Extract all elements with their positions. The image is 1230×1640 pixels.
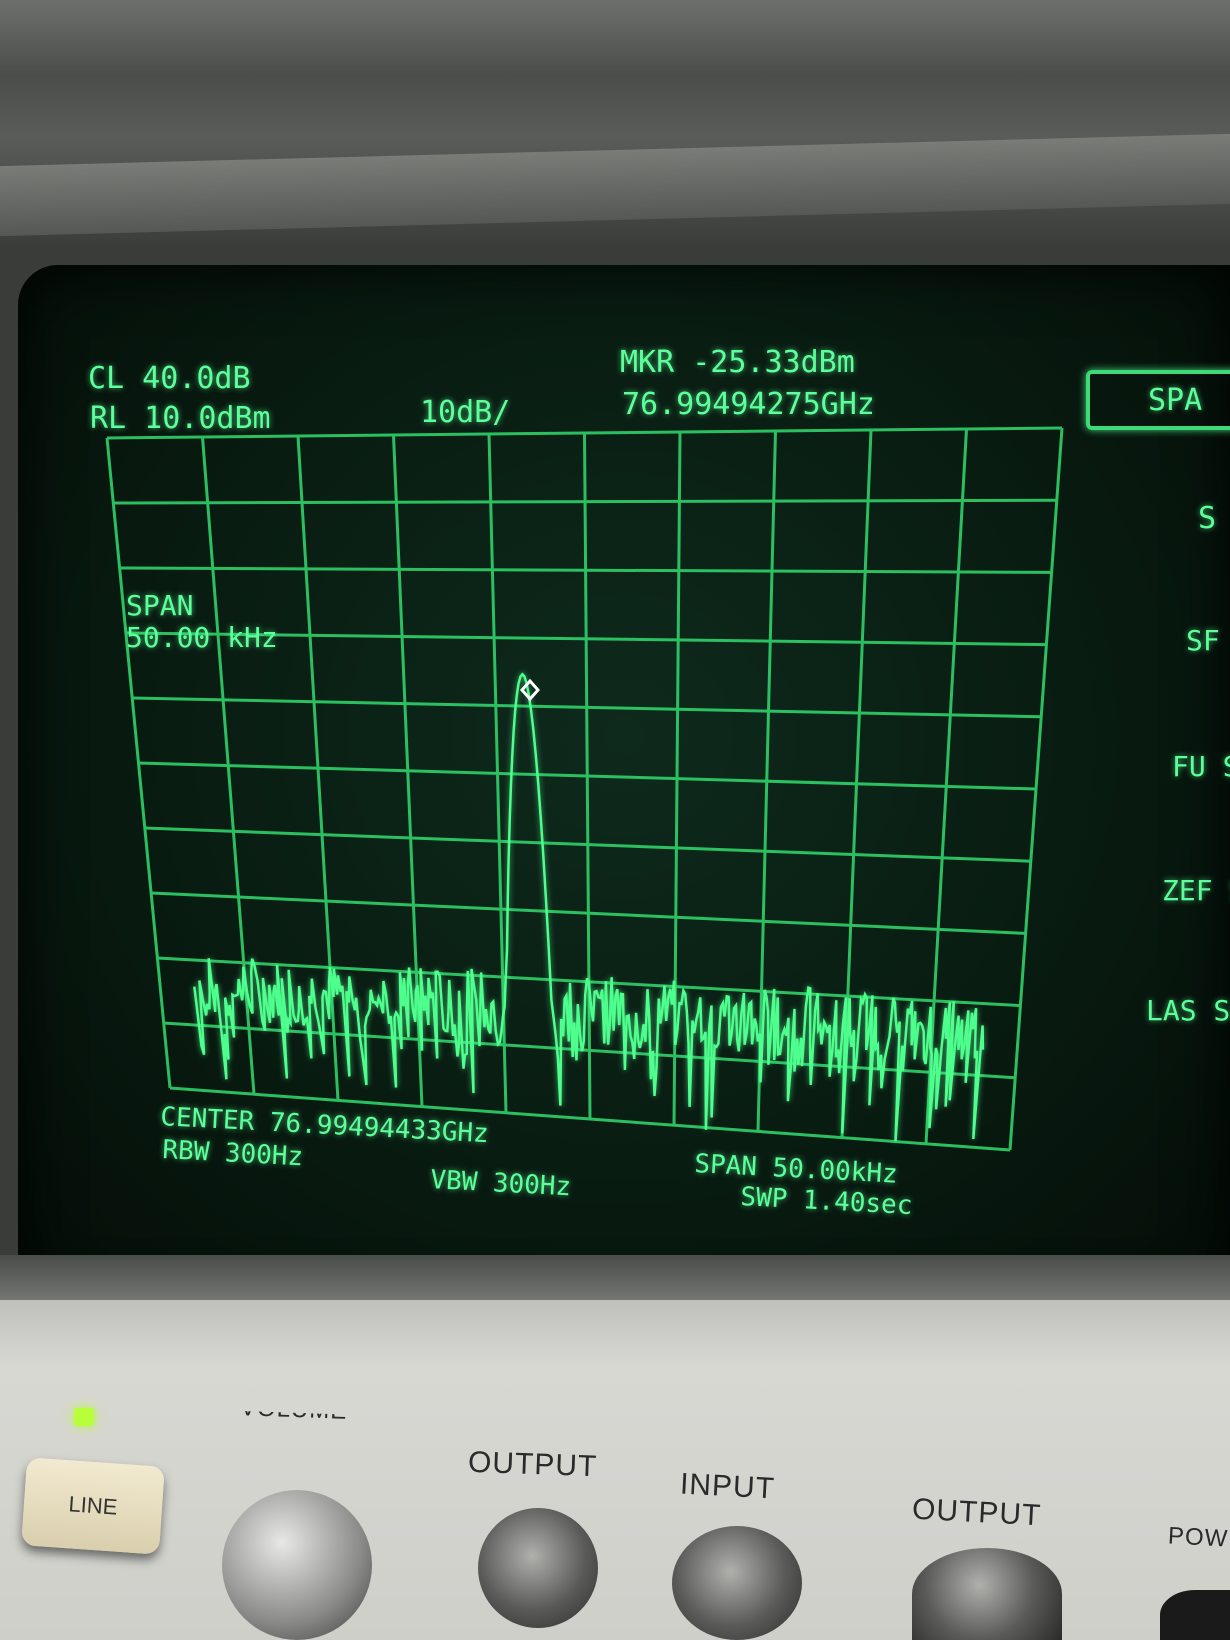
power-switch[interactable] <box>1160 1590 1230 1640</box>
output-connector-2[interactable] <box>912 1548 1062 1640</box>
input-label: INPUT <box>679 1467 776 1506</box>
output-label-2: OUTPUT <box>911 1492 1043 1533</box>
output-label-1: OUTPUT <box>467 1445 598 1484</box>
line-power-button[interactable]: LINE <box>21 1457 165 1555</box>
line-button-label: LINE <box>67 1491 119 1520</box>
output-connector-1[interactable] <box>478 1508 598 1628</box>
crt-screen <box>18 265 1230 1310</box>
volume-knob[interactable] <box>222 1490 372 1640</box>
input-connector[interactable] <box>672 1526 802 1640</box>
power-led <box>74 1408 94 1426</box>
power-label: POW <box>1167 1522 1230 1553</box>
softkey-active-frame[interactable] <box>1086 370 1230 430</box>
